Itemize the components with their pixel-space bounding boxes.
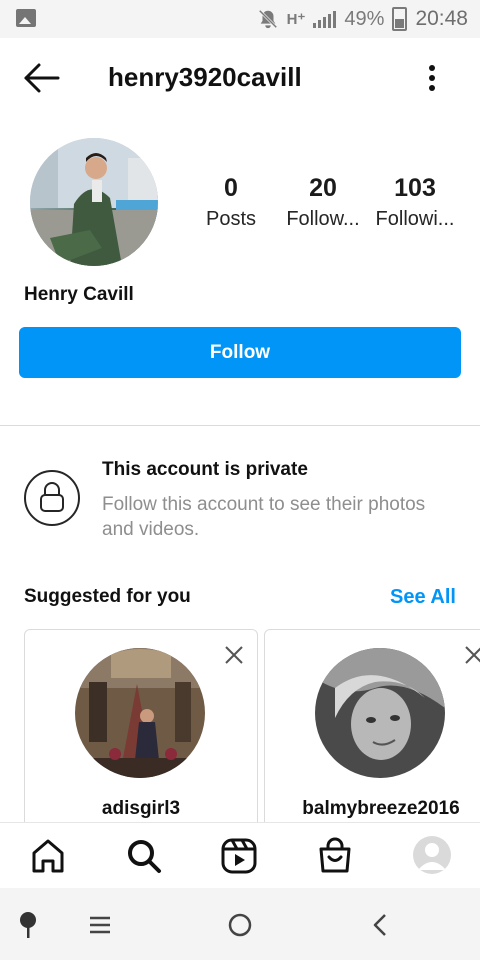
arrow-left-icon: [24, 63, 60, 93]
stat-posts: 0 Posts: [196, 172, 266, 234]
assistant-icon[interactable]: [14, 910, 44, 940]
close-icon[interactable]: [223, 644, 245, 666]
search-icon[interactable]: [123, 835, 165, 877]
battery-percent: 49%: [344, 7, 385, 30]
following-count: 103: [394, 174, 436, 202]
home-circle-icon[interactable]: [225, 910, 255, 940]
suggestion-photo: [75, 648, 205, 778]
profile-photo: [30, 138, 158, 266]
profile-header: henry3920cavill: [0, 38, 480, 118]
followers-count: 20: [309, 174, 337, 202]
suggestion-photo: [315, 648, 445, 778]
suggestion-username: balmybreeze2016: [302, 798, 460, 819]
more-vertical-icon: [429, 65, 435, 91]
back-chevron-icon[interactable]: [366, 910, 396, 940]
suggestion-card[interactable]: balmybreeze2016: [264, 629, 480, 831]
image-icon: [16, 9, 36, 27]
status-bar: H⁺ 49% 20:48: [0, 0, 480, 38]
suggestion-card[interactable]: adisgirl3: [24, 629, 258, 831]
see-all-link[interactable]: See All: [390, 586, 456, 609]
lock-icon: [40, 482, 64, 512]
profile-avatar[interactable]: [413, 836, 451, 874]
more-options-button[interactable]: [418, 62, 446, 94]
private-account-title: This account is private: [102, 459, 308, 480]
profile-username: henry3920cavill: [108, 62, 302, 92]
stat-followers[interactable]: 20 Follow...: [282, 172, 364, 234]
shop-icon[interactable]: [314, 835, 356, 877]
private-account-badge: [24, 470, 80, 526]
recents-icon[interactable]: [86, 910, 116, 940]
bell-off-icon: [258, 9, 277, 29]
status-icons: H⁺ 49% 20:48: [257, 6, 468, 32]
network-type: H⁺: [286, 11, 306, 28]
clock: 20:48: [415, 7, 468, 30]
suggested-title: Suggested for you: [24, 586, 191, 607]
suggestion-username: adisgirl3: [101, 798, 181, 819]
battery-icon: [392, 7, 408, 31]
profile-avatar[interactable]: [30, 138, 158, 266]
home-icon[interactable]: [27, 835, 69, 877]
private-account-subtitle: Follow this account to see their photos …: [102, 494, 426, 540]
following-label: Followi...: [375, 208, 455, 230]
profile-full-name: Henry Cavill: [24, 284, 134, 305]
follow-button[interactable]: Follow: [19, 327, 461, 378]
default-avatar-icon: [418, 843, 446, 870]
bottom-navigation: [0, 822, 480, 889]
posts-count: 0: [224, 174, 238, 202]
suggestion-avatar[interactable]: [75, 648, 205, 778]
reels-icon[interactable]: [218, 835, 260, 877]
section-divider: [0, 425, 480, 426]
close-icon[interactable]: [463, 644, 480, 666]
stat-following[interactable]: 103 Followi...: [372, 172, 458, 234]
followers-label: Follow...: [286, 208, 360, 230]
posts-label: Posts: [205, 208, 257, 230]
suggestion-avatar[interactable]: [315, 648, 445, 778]
system-navigation-bar: [0, 888, 480, 960]
back-button[interactable]: [22, 60, 62, 96]
signal-icon: [313, 10, 337, 28]
